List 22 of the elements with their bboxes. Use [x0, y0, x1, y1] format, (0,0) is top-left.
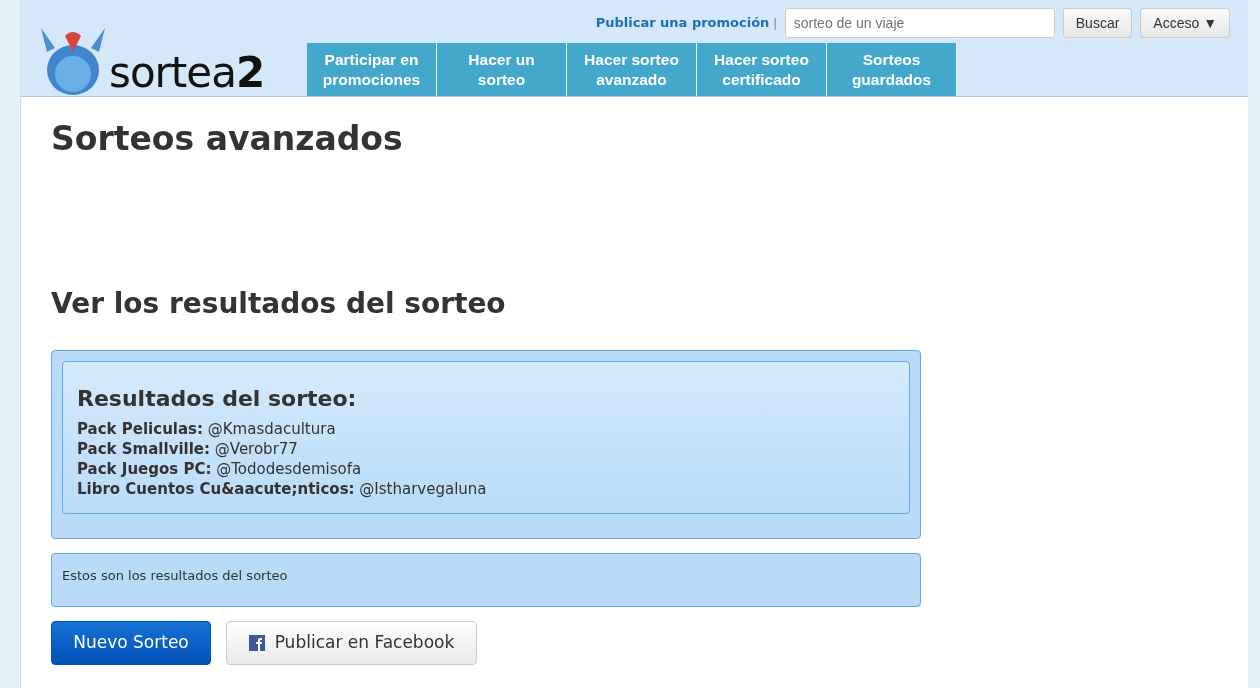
publish-promotion-link[interactable]: Publicar una promoción [595, 13, 770, 33]
search-button[interactable]: Buscar [1062, 8, 1133, 38]
facebook-icon [248, 634, 265, 651]
results-title: Resultados del sorteo: [77, 385, 358, 414]
logo-text[interactable]: sortea2 [109, 52, 265, 94]
separator: | [773, 14, 777, 33]
nav-tab[interactable]: Sorteos guardados [827, 43, 957, 96]
message-text: Estos son los resultados del sorteo [62, 568, 288, 584]
facebook-share-button[interactable]: Publicar en Facebook [226, 620, 477, 665]
result-line: Pack Peliculas: @Kmasdacultura [77, 419, 337, 440]
new-draw-button[interactable]: Nuevo Sorteo [51, 620, 211, 665]
result-line: Pack Smallville: @Verobr77 [77, 439, 299, 460]
result-line: Libro Cuentos Cu&aacute;nticos: @Istharvegaluna [77, 479, 488, 500]
result-line: Pack Juegos PC: @Tododesdemisofa [77, 459, 363, 480]
section-title: Ver los resultados del sorteo [51, 286, 507, 321]
nav-tab[interactable]: Hacer sorteo certificado [697, 43, 827, 96]
access-button[interactable]: Acceso ▼ [1140, 8, 1230, 38]
nav-tab[interactable]: Hacer sorteo avanzado [567, 43, 697, 96]
nav-tab[interactable]: Hacer un sorteo [437, 43, 567, 96]
search-field[interactable]: sorteo de un viaje [784, 8, 1055, 38]
page-title: Sorteos avanzados [51, 119, 404, 159]
nav-tab[interactable]: Participar en promociones [307, 43, 437, 96]
